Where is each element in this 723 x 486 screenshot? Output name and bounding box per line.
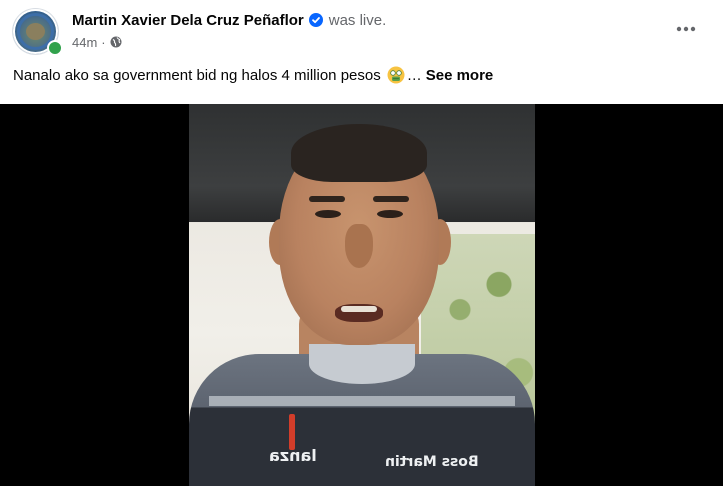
author-name-link[interactable]: Martin Xavier Dela Cruz Peñaflor [72, 12, 304, 29]
globe-icon[interactable] [110, 36, 122, 48]
avatar-seal-center [26, 23, 45, 40]
video-shirt-stripe [209, 396, 515, 406]
video-person-eye-right [377, 210, 403, 218]
video-shirt-pen [289, 414, 295, 450]
meta-separator: · [101, 34, 106, 50]
online-status-dot [47, 40, 63, 56]
video-person-brow-left [309, 196, 345, 202]
money-mouth-face-emoji-icon [387, 66, 405, 84]
video-person-brow-right [373, 196, 409, 202]
post-body-text: Nanalo ako sa government bid ng halos 4 … [13, 66, 381, 84]
see-more-link[interactable]: See more [426, 67, 494, 84]
verified-badge-icon [308, 13, 323, 27]
video-frame: lanza Boss Martin [189, 104, 535, 486]
video-shirt-collar [309, 344, 415, 384]
video-person-nose [345, 224, 373, 268]
more-horizontal-icon [676, 19, 696, 37]
post-body: Nanalo ako sa government bid ng halos 4 … [13, 66, 493, 84]
live-status-text: was live. [328, 11, 387, 29]
video-person-teeth [341, 306, 377, 312]
shirt-logo-text-left: lanza [269, 446, 317, 465]
post-header: Martin Xavier Dela Cruz Peñaflor was liv… [0, 0, 723, 104]
post-timestamp-link[interactable]: 44m [72, 35, 97, 50]
video-person-eye-left [315, 210, 341, 218]
live-video-player[interactable]: lanza Boss Martin [0, 104, 723, 486]
shirt-logo-text-right: Boss Martin [385, 454, 479, 470]
video-person-hair [291, 124, 427, 182]
author-line: Martin Xavier Dela Cruz Peñaflor was liv… [72, 10, 386, 30]
ellipsis-text: … [406, 66, 422, 84]
more-options-button[interactable] [668, 14, 704, 42]
post-meta: 44m · [72, 34, 122, 50]
